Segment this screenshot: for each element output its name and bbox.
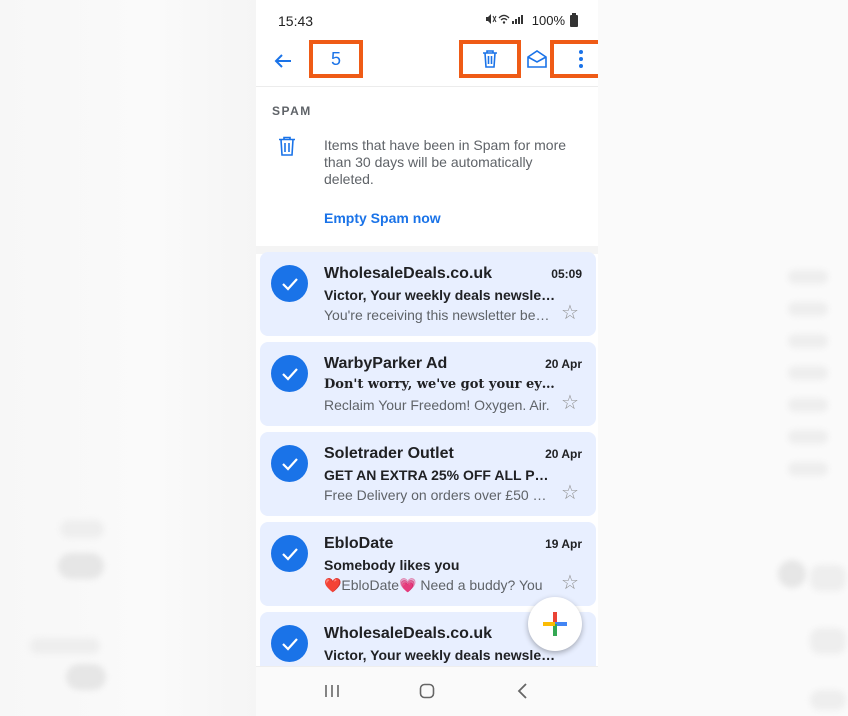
trash-icon — [278, 136, 298, 158]
email-snippet: You're receiving this newsletter because — [324, 307, 550, 323]
email-sender: WholesaleDeals.co.uk — [324, 265, 493, 282]
signal-icons — [485, 13, 527, 28]
email-sender: Soletrader Outlet — [324, 445, 454, 462]
empty-spam-button[interactable]: Empty Spam now — [324, 210, 441, 226]
open-envelope-icon — [527, 50, 547, 68]
star-icon[interactable]: ☆ — [560, 303, 580, 323]
more-vert-icon — [579, 50, 583, 68]
battery-icon — [570, 12, 578, 27]
check-icon — [281, 547, 298, 561]
status-time: 15:43 — [278, 13, 314, 29]
delete-button[interactable] — [459, 40, 521, 78]
email-snippet: Reclaim Your Freedom! Oxygen. Air. — [324, 397, 550, 413]
selected-check-avatar[interactable] — [271, 445, 308, 482]
trash-icon — [483, 50, 497, 68]
compose-plus-icon — [543, 612, 567, 636]
mark-read-button[interactable] — [525, 48, 549, 70]
system-nav-bar — [256, 666, 598, 716]
spam-section-header: SPAM — [272, 104, 312, 118]
email-row[interactable]: WholesaleDeals.co.uk 05:09 Victor, Your … — [260, 252, 596, 336]
status-bar: 15:43 100% — [256, 0, 598, 40]
email-subject: Somebody likes you — [324, 557, 460, 573]
battery-level: 100% — [531, 13, 565, 28]
email-date: 20 Apr — [545, 357, 582, 371]
selected-check-avatar[interactable] — [271, 625, 308, 662]
divider — [256, 86, 598, 87]
phone-screen: 15:43 100% 5 SPAM Items that have been i… — [256, 0, 598, 716]
selected-check-avatar[interactable] — [271, 535, 308, 572]
email-row[interactable]: Soletrader Outlet 20 Apr GET AN EXTRA 25… — [260, 432, 596, 516]
status-indicators: 100% — [485, 12, 578, 28]
email-date: 05:09 — [551, 267, 582, 281]
selected-check-avatar[interactable] — [271, 355, 308, 392]
spam-notice-text: Items that have been in Spam for more th… — [324, 137, 567, 187]
star-icon[interactable]: ☆ — [560, 393, 580, 413]
email-date: 20 Apr — [545, 447, 582, 461]
email-date: 19 Apr — [545, 537, 582, 551]
check-icon — [281, 637, 298, 651]
screen: 15:43 100% 5 SPAM Items that have been i… — [0, 0, 848, 716]
email-subject: Victor, Your weekly deals newsletter — [324, 647, 556, 663]
selected-count: 5 — [330, 48, 341, 69]
email-sender: WholesaleDeals.co.uk — [324, 625, 493, 642]
check-icon — [281, 277, 298, 291]
selected-check-avatar[interactable] — [271, 265, 308, 302]
email-row[interactable]: EbloDate 19 Apr Somebody likes you ❤️Ebl… — [260, 522, 596, 606]
more-options-button[interactable] — [550, 40, 598, 78]
email-snippet: ❤️EbloDate💗 Need a buddy? You — [324, 577, 543, 593]
recent-apps-icon[interactable] — [319, 679, 345, 703]
selected-count-highlight: 5 — [309, 40, 363, 78]
email-row[interactable]: WarbyParker Ad 20 Apr Don't worry, we've… — [260, 342, 596, 426]
back-arrow-icon[interactable] — [268, 46, 298, 76]
email-subject: GET AN EXTRA 25% OFF ALL PEAK — [324, 467, 556, 483]
email-subject: Victor, Your weekly deals newsletter — [324, 287, 556, 303]
email-snippet: Free Delivery on orders over £50 and — [324, 487, 550, 503]
nav-back-icon[interactable] — [509, 679, 535, 703]
check-icon — [281, 457, 298, 471]
check-icon — [281, 367, 298, 381]
email-sender: EbloDate — [324, 535, 394, 552]
star-icon[interactable]: ☆ — [560, 573, 580, 593]
blurred-background-right — [598, 0, 848, 716]
blurred-background-left — [0, 0, 256, 716]
email-sender: WarbyParker Ad — [324, 355, 448, 372]
home-icon[interactable] — [414, 679, 440, 703]
compose-button[interactable] — [528, 597, 582, 651]
star-icon[interactable]: ☆ — [560, 483, 580, 503]
email-subject: Don't worry, we've got your eyes covered — [324, 377, 556, 392]
selection-app-bar: 5 — [256, 40, 598, 84]
